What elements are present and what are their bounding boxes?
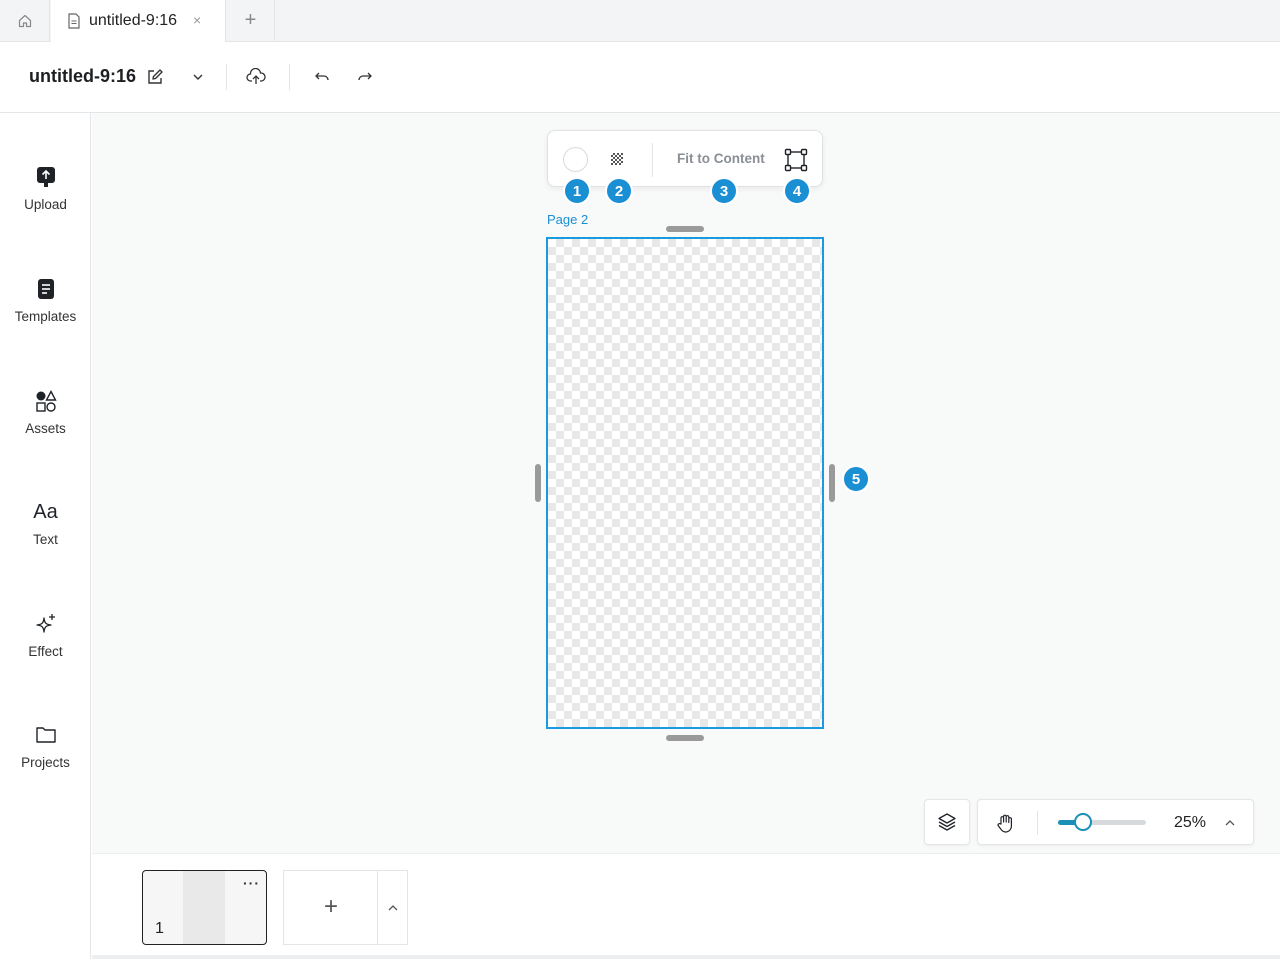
- close-tab-icon[interactable]: ×: [193, 12, 201, 28]
- document-title: untitled-9:16: [29, 66, 137, 86]
- background-color-button[interactable]: [563, 147, 588, 172]
- document-icon: [68, 13, 80, 29]
- text-icon-glyph: Aa: [33, 500, 58, 523]
- divider: [226, 64, 227, 90]
- home-tab[interactable]: [0, 0, 50, 41]
- divider: [377, 871, 378, 944]
- zoom-level[interactable]: 25%: [1174, 814, 1206, 832]
- sidebar-item-label: Assets: [25, 421, 66, 436]
- annotation-badge: 2: [605, 177, 633, 205]
- page-strip: [92, 853, 1280, 959]
- layers-icon: [938, 813, 956, 831]
- zoom-slider[interactable]: [1058, 813, 1146, 831]
- folder-icon: [34, 723, 58, 747]
- page-label[interactable]: Page 2: [547, 212, 588, 227]
- horizontal-scrollbar[interactable]: [92, 955, 1280, 959]
- add-tab-button[interactable]: +: [227, 0, 275, 41]
- undo-icon[interactable]: [310, 65, 334, 89]
- resize-handle-top[interactable]: [666, 226, 704, 232]
- annotation-badge: 1: [563, 177, 591, 205]
- sidebar-item-label: Upload: [24, 197, 67, 212]
- page-frame[interactable]: [546, 237, 824, 729]
- edit-icon[interactable]: [143, 65, 167, 89]
- tab-untitled[interactable]: untitled-9:16 ×: [51, 0, 226, 42]
- annotation-badge: 3: [710, 177, 738, 205]
- home-icon: [18, 14, 31, 27]
- zoom-controls: 25%: [977, 799, 1254, 845]
- resize-handle-right[interactable]: [829, 464, 835, 502]
- page-thumbnail[interactable]: 1 ···: [142, 870, 267, 945]
- annotation-badge: 4: [783, 177, 811, 205]
- text-icon: Aa: [33, 500, 58, 524]
- cloud-upload-icon[interactable]: [244, 65, 268, 89]
- sidebar-item-label: Text: [33, 532, 58, 547]
- sidebar-item-projects[interactable]: Projects: [0, 723, 91, 793]
- chevron-up-icon[interactable]: [385, 900, 401, 916]
- transparency-icon[interactable]: [611, 153, 623, 165]
- sparkle-icon: [34, 612, 58, 636]
- hand-tool-icon[interactable]: [994, 811, 1018, 835]
- header: untitled-9:16: [0, 42, 1280, 113]
- fit-to-content-button[interactable]: Fit to Content: [677, 151, 765, 166]
- templates-icon: [34, 277, 58, 301]
- annotation-badge: 5: [842, 465, 870, 493]
- sidebar-item-label: Templates: [14, 309, 77, 324]
- sidebar-item-templates[interactable]: Templates: [0, 277, 91, 347]
- upload-icon: [34, 165, 58, 189]
- resize-handle-left[interactable]: [535, 464, 541, 502]
- canvas-toolbar: Fit to Content: [547, 130, 823, 187]
- page-number: 1: [155, 920, 164, 937]
- sidebar-item-text[interactable]: Aa Text: [0, 500, 91, 570]
- resize-frame-icon[interactable]: [784, 148, 808, 172]
- divider: [652, 143, 653, 177]
- shapes-icon: [34, 389, 58, 413]
- divider: [1037, 811, 1038, 835]
- add-page-control: +: [283, 870, 408, 945]
- divider: [289, 64, 290, 90]
- sidebar-item-assets[interactable]: Assets: [0, 389, 91, 459]
- sidebar-item-effect[interactable]: Effect: [0, 612, 91, 682]
- add-page-button[interactable]: +: [321, 895, 341, 919]
- chevron-up-icon[interactable]: [1222, 815, 1238, 831]
- chevron-down-icon[interactable]: [186, 65, 210, 89]
- sidebar-item-upload[interactable]: Upload: [0, 165, 91, 235]
- sidebar-item-label: Effect: [28, 644, 63, 659]
- sidebar-item-label: Projects: [21, 755, 70, 770]
- sidebar: Upload Templates Assets Aa Text Effect P…: [0, 113, 91, 959]
- tab-title: untitled-9:16: [89, 12, 178, 29]
- tab-bar: untitled-9:16 × +: [0, 0, 1280, 42]
- zoom-slider-thumb[interactable]: [1073, 813, 1092, 831]
- redo-icon[interactable]: [353, 65, 377, 89]
- layers-button[interactable]: [924, 799, 970, 845]
- more-options-icon[interactable]: ···: [243, 875, 260, 891]
- thumbnail-preview: [183, 871, 225, 944]
- resize-handle-bottom[interactable]: [666, 735, 704, 741]
